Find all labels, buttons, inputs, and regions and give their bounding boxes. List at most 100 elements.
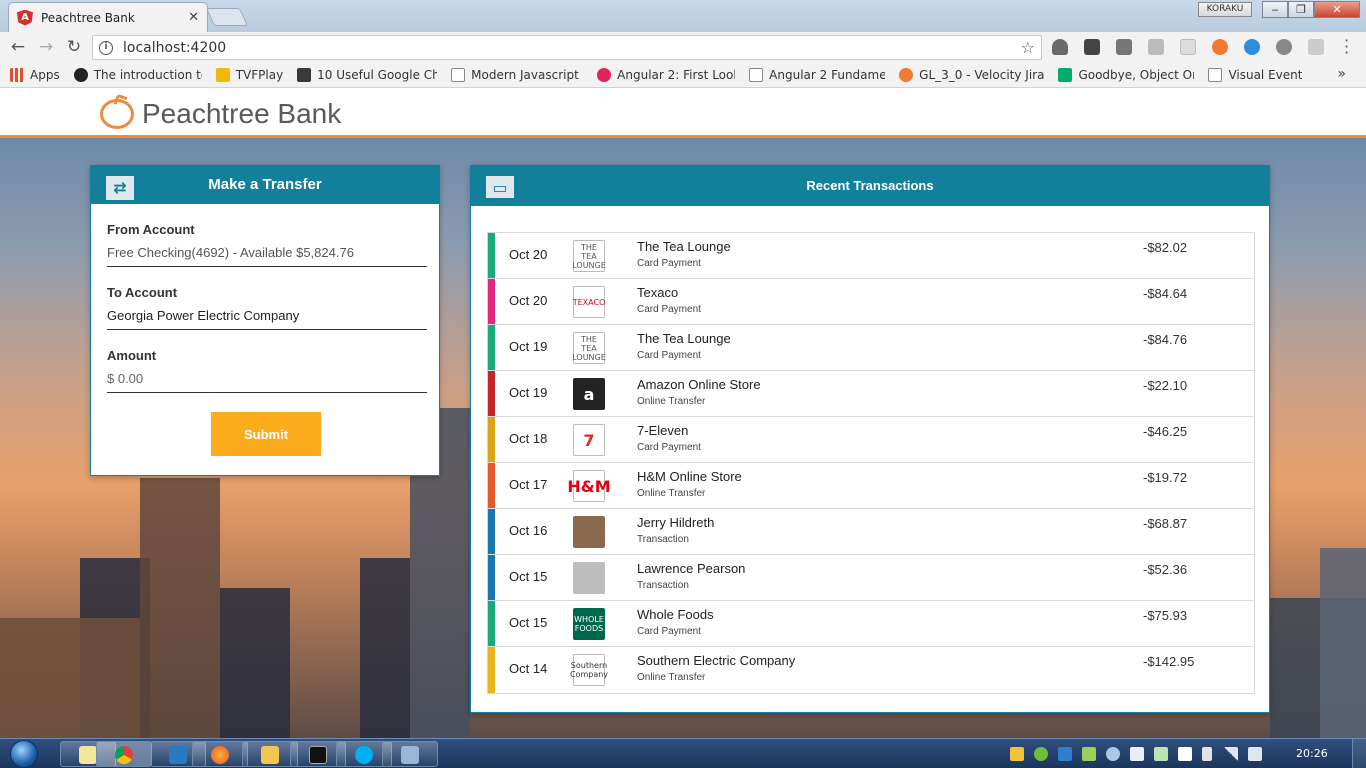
page-viewport: Peachtree Bank ⇄ Make a Transfer From Ac…	[0, 88, 1366, 738]
transaction-amount: -$75.93	[1143, 608, 1188, 623]
maximize-button[interactable]: ❐	[1288, 1, 1314, 18]
transaction-row[interactable]: Oct 19 THE TEA LOUNGE The Tea Lounge Car…	[488, 325, 1254, 371]
bookmark-item[interactable]: 10 Useful Google Chr	[297, 67, 437, 82]
tray-volume-icon[interactable]	[1248, 747, 1262, 761]
transaction-row[interactable]: Oct 15 Lawrence Pearson Transaction -$52…	[488, 555, 1254, 601]
merchant-name: The Tea Lounge	[637, 331, 731, 346]
firefox-icon	[211, 746, 229, 764]
transaction-amount: -$142.95	[1143, 654, 1195, 669]
tray-shield-icon[interactable]	[1010, 747, 1024, 761]
transaction-row[interactable]: Oct 14 Southern Company Southern Electri…	[488, 647, 1254, 693]
category-color-bar	[488, 417, 495, 462]
transaction-date: Oct 19	[509, 339, 548, 354]
terminal-icon	[309, 746, 327, 764]
taskbar-chrome[interactable]	[96, 741, 152, 767]
browser-menu-icon[interactable]: · · ·	[1344, 33, 1349, 61]
tray-flag-icon[interactable]	[1178, 747, 1192, 761]
folder-icon	[261, 746, 279, 764]
transfer-panel: ⇄ Make a Transfer From Account Free Chec…	[90, 165, 440, 476]
taskbar-clock[interactable]: 20:26	[1296, 747, 1328, 760]
category-color-bar	[488, 555, 495, 600]
extension-film-icon[interactable]	[1084, 39, 1100, 55]
bookmark-item[interactable]: The introduction to Re	[73, 67, 202, 82]
transaction-row[interactable]: Oct 19 a Amazon Online Store Online Tran…	[488, 371, 1254, 417]
start-button[interactable]	[6, 739, 46, 768]
category-color-bar	[488, 509, 495, 554]
back-arrow-icon[interactable]: ←	[8, 37, 28, 57]
category-color-bar	[488, 279, 495, 324]
category-color-bar	[488, 601, 495, 646]
bookmark-item[interactable]: Modern Javascript | A	[451, 67, 583, 82]
bookmark-star-icon[interactable]: ☆	[1021, 38, 1035, 57]
merchant-logo-icon: THE TEA LOUNGE	[572, 240, 606, 272]
close-tab-icon[interactable]: ✕	[188, 10, 199, 25]
profile-badge[interactable]: KORAKU	[1198, 2, 1252, 17]
windows-taskbar: 20:26	[0, 738, 1366, 768]
bookmark-item[interactable]: Angular 2 Fundament	[749, 67, 885, 82]
info-icon[interactable]: i	[99, 40, 113, 55]
more-bookmarks-icon[interactable]: »	[1337, 66, 1346, 82]
transaction-type: Card Payment	[637, 350, 701, 361]
transaction-amount: -$46.25	[1143, 424, 1188, 439]
extension-drive-icon[interactable]	[1148, 39, 1164, 55]
tray-checkbox-icon[interactable]	[1154, 747, 1168, 761]
extension-snowflake-icon[interactable]	[1244, 39, 1260, 55]
to-account-input[interactable]: Georgia Power Electric Company	[107, 308, 427, 330]
extension-card-icon[interactable]	[1180, 39, 1196, 55]
transaction-row[interactable]: Oct 15 WHOLE FOODS Whole Foods Card Paym…	[488, 601, 1254, 647]
tray-globe-icon[interactable]	[1106, 747, 1120, 761]
browser-tab[interactable]: A Peachtree Bank ✕	[8, 2, 208, 32]
merchant-logo-icon	[573, 562, 605, 594]
bookmark-item[interactable]: Goodbye, Object Orie	[1058, 67, 1194, 82]
transaction-row[interactable]: Oct 20 TEXACO Texaco Card Payment -$84.6…	[488, 279, 1254, 325]
submit-button[interactable]: Submit	[211, 412, 321, 456]
category-color-bar	[488, 371, 495, 416]
category-color-bar	[488, 647, 495, 693]
transfer-title: Make a Transfer	[208, 176, 322, 193]
tray-signal-icon[interactable]	[1224, 747, 1238, 761]
tray-rss-icon[interactable]	[1082, 747, 1096, 761]
category-color-bar	[488, 325, 495, 370]
extension-orange-icon[interactable]	[1212, 39, 1228, 55]
reload-icon[interactable]: ↻	[64, 37, 84, 57]
bookmark-item[interactable]: Angular 2: First Look -	[597, 67, 735, 82]
forward-arrow-icon[interactable]: →	[36, 37, 56, 57]
extension-pdf-icon[interactable]	[1308, 39, 1324, 55]
transaction-row[interactable]: Oct 18 7 7-Eleven Card Payment -$46.25	[488, 417, 1254, 463]
tray-battery-icon[interactable]	[1202, 747, 1212, 761]
close-window-button[interactable]: ✕	[1314, 1, 1360, 18]
to-account-field: To Account Georgia Power Electric Compan…	[107, 285, 427, 330]
taskbar-firefox[interactable]	[192, 741, 248, 767]
jira-icon	[899, 67, 914, 82]
transaction-row[interactable]: Oct 20 THE TEA LOUNGE The Tea Lounge Car…	[488, 233, 1254, 279]
tray-display-icon[interactable]	[1130, 747, 1144, 761]
address-bar[interactable]: i localhost:4200 ☆	[92, 35, 1042, 60]
transaction-type: Online Transfer	[637, 396, 706, 407]
transaction-type: Transaction	[637, 534, 689, 545]
page-icon	[749, 67, 764, 82]
transaction-row[interactable]: Oct 17 H&M H&M Online Store Online Trans…	[488, 463, 1254, 509]
notes-icon	[79, 746, 97, 764]
extension-react-icon[interactable]	[1276, 39, 1292, 55]
bookmark-item[interactable]: TVFPlay	[215, 67, 283, 82]
extension-square-icon[interactable]	[1116, 39, 1132, 55]
category-color-bar	[488, 233, 495, 278]
bookmark-item[interactable]: GL_3_0 - Velocity Jira	[899, 67, 1044, 82]
bookmark-item[interactable]: Apps	[10, 67, 60, 82]
taskbar-window[interactable]	[382, 741, 438, 767]
brand-logo[interactable]: Peachtree Bank	[100, 98, 341, 130]
transaction-date: Oct 15	[509, 569, 548, 584]
amount-input[interactable]: $ 0.00	[107, 371, 427, 393]
tray-green-icon[interactable]	[1034, 747, 1048, 761]
transaction-date: Oct 16	[509, 523, 548, 538]
transaction-row[interactable]: Oct 16 Jerry Hildreth Transaction -$68.8…	[488, 509, 1254, 555]
bookmarks-bar: Apps The introduction to Re TVFPlay 10 U…	[0, 62, 1366, 88]
minimize-button[interactable]: ‒	[1262, 1, 1288, 18]
bookmark-item[interactable]: Visual Event	[1208, 67, 1302, 82]
from-account-input[interactable]: Free Checking(4692) - Available $5,824.7…	[107, 245, 427, 267]
extension-shield-icon[interactable]	[1052, 39, 1068, 55]
new-tab-button[interactable]	[205, 8, 249, 26]
show-desktop-button[interactable]	[1352, 739, 1366, 768]
tray-network-icon[interactable]	[1058, 747, 1072, 761]
window-icon	[401, 746, 419, 764]
